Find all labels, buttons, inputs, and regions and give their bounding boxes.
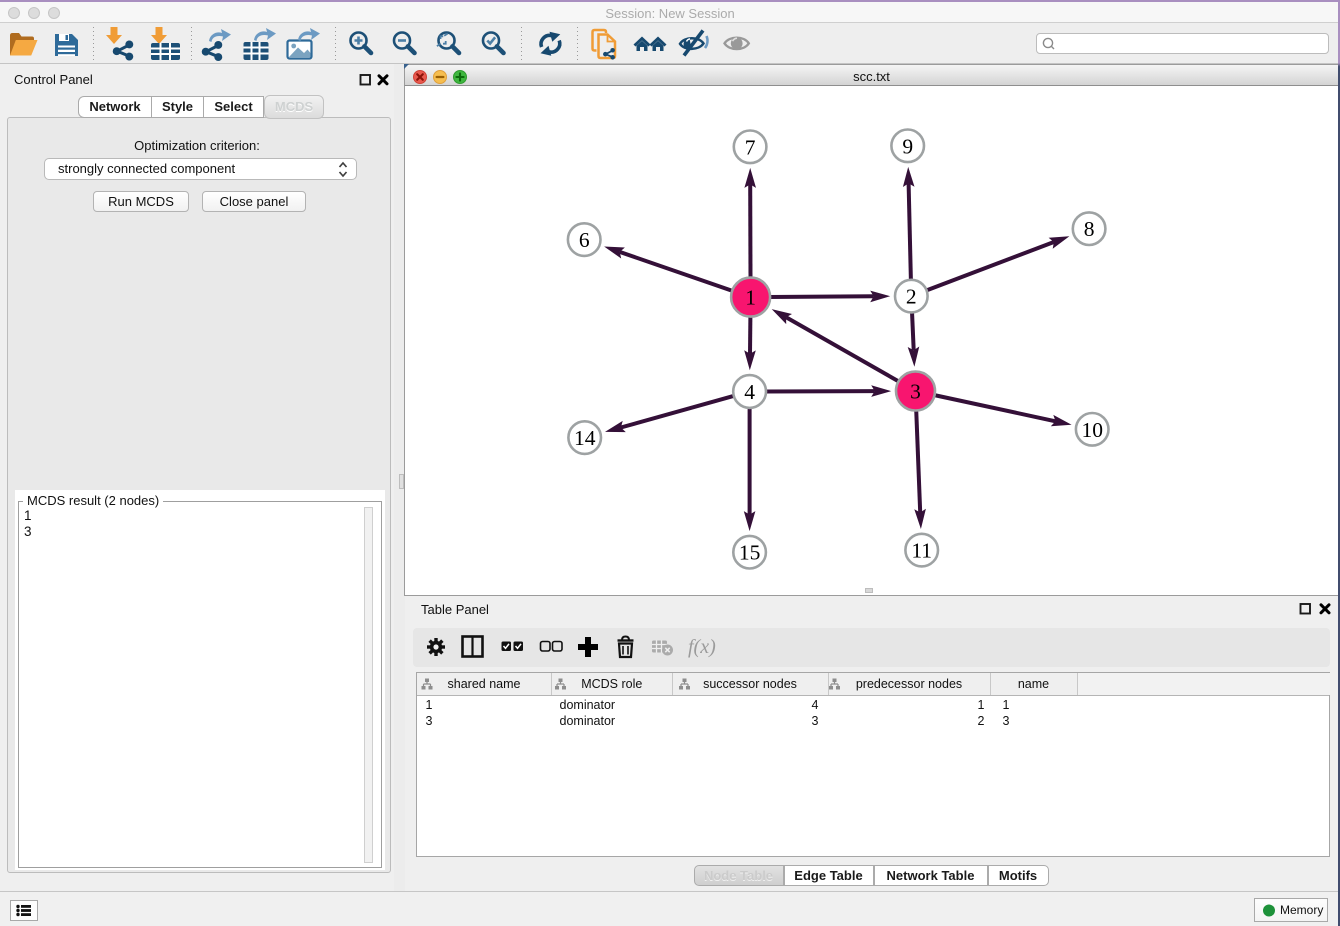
svg-text:f(x): f(x) — [688, 636, 716, 658]
